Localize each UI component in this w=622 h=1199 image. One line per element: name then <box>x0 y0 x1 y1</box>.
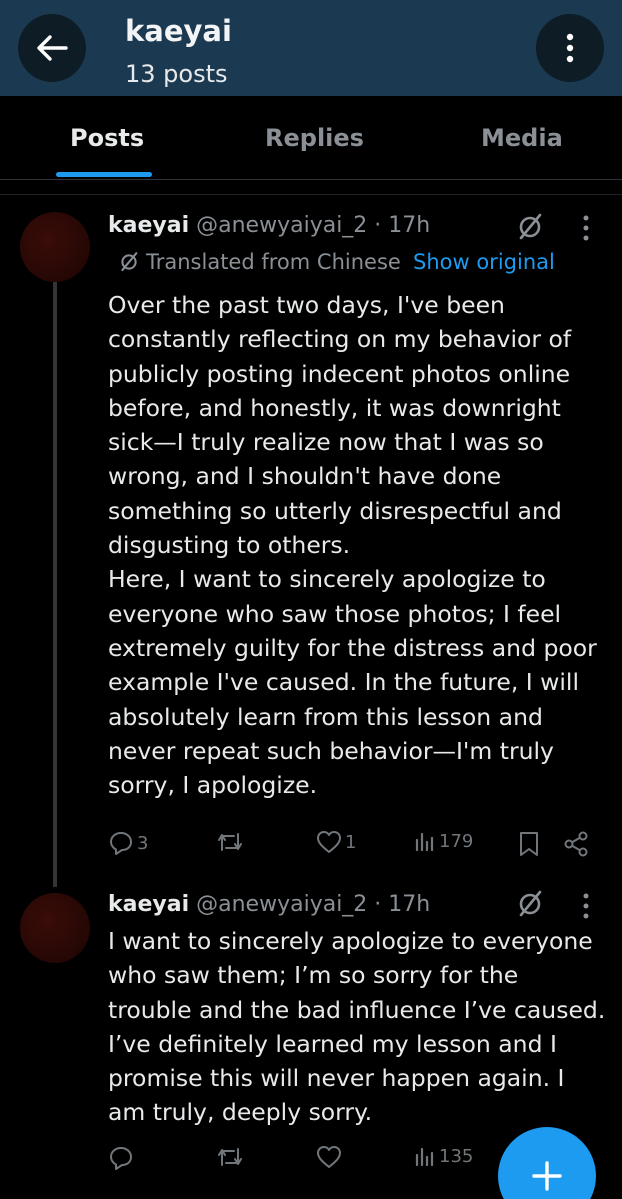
repost-button[interactable] <box>216 1145 247 1169</box>
show-original-link[interactable]: Show original <box>413 250 555 274</box>
author-name[interactable]: kaeyai <box>108 892 189 917</box>
author-name[interactable]: kaeyai <box>108 213 189 238</box>
views-button[interactable]: 179 <box>414 830 473 852</box>
profile-name: kaeyai <box>125 14 232 48</box>
reply-button[interactable]: 3 <box>108 830 148 856</box>
translated-label: Translated from Chinese <box>146 250 401 274</box>
post-text: Over the past two days, I've been consta… <box>108 291 597 800</box>
reply-icon <box>110 1147 132 1170</box>
like-button[interactable] <box>316 1145 345 1169</box>
bookmark-icon[interactable] <box>518 831 540 857</box>
translation-note: Translated from Chinese <box>118 250 401 274</box>
like-count: 1 <box>345 831 357 853</box>
tab-replies[interactable]: Replies <box>265 124 364 152</box>
author-handle-time: @anewyaiyai_2 · 17h <box>196 213 431 238</box>
share-icon[interactable] <box>563 831 589 857</box>
tab-posts[interactable]: Posts <box>70 124 144 152</box>
views-button[interactable]: 135 <box>414 1145 473 1167</box>
like-button[interactable]: 1 <box>316 830 356 854</box>
compose-button[interactable] <box>498 1127 596 1199</box>
heart-icon <box>317 1146 341 1168</box>
grok-icon <box>121 252 138 272</box>
avatar[interactable] <box>20 893 90 963</box>
profile-header: kaeyai 13 posts <box>0 0 622 96</box>
repost-button[interactable] <box>216 830 247 854</box>
post-count: 13 posts <box>125 60 228 88</box>
tab-media[interactable]: Media <box>481 124 563 152</box>
plus-icon <box>532 1161 562 1191</box>
author-handle-time: @anewyaiyai_2 · 17h <box>196 892 431 917</box>
grok-icon[interactable] <box>515 212 545 242</box>
heart-icon <box>317 831 341 853</box>
post-header: kaeyai @anewyaiyai_2 · 17h <box>108 892 430 917</box>
avatar[interactable] <box>20 212 90 282</box>
reply-button[interactable] <box>108 1145 137 1171</box>
views-icon <box>415 832 434 852</box>
active-tab-indicator <box>56 172 152 177</box>
more-options-button[interactable] <box>536 14 604 82</box>
repost-icon <box>218 1148 242 1166</box>
arrow-left-icon <box>37 35 68 61</box>
post-actions: 3 1 179 <box>108 830 588 860</box>
reply-count: 3 <box>137 832 149 854</box>
profile-tabs: Posts Replies Media <box>0 96 622 180</box>
post-more-icon[interactable] <box>580 892 592 920</box>
grok-icon[interactable] <box>515 889 545 919</box>
more-vertical-icon <box>566 33 574 63</box>
reply-icon <box>110 832 132 855</box>
repost-icon <box>218 833 242 851</box>
post-text: I want to sincerely apologize to everyon… <box>108 927 606 1127</box>
view-count: 135 <box>439 1145 474 1167</box>
post-header: kaeyai @anewyaiyai_2 · 17h <box>108 213 430 238</box>
thread-connector <box>53 282 57 887</box>
divider <box>0 194 622 195</box>
view-count: 179 <box>439 830 474 852</box>
back-button[interactable] <box>18 14 86 82</box>
views-icon <box>415 1147 434 1167</box>
post-more-icon[interactable] <box>580 214 592 242</box>
